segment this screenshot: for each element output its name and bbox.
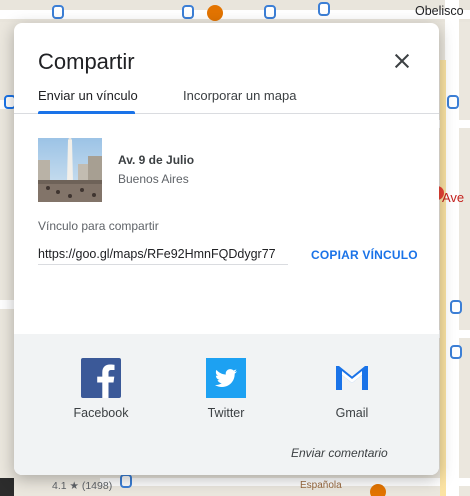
tab-send-link[interactable]: Enviar un vínculo xyxy=(38,88,138,103)
share-tabs: Enviar un vínculo Incorporar un mapa xyxy=(14,81,439,114)
share-facebook-label: Facebook xyxy=(73,406,129,420)
share-dialog: Compartir Enviar un vínculo Incorporar u… xyxy=(14,23,439,475)
copy-link-button[interactable]: COPIAR VÍNCULO xyxy=(311,248,418,262)
map-label-obelisco[interactable]: Obelisco xyxy=(415,4,464,18)
bus-stop-icon[interactable] xyxy=(52,5,64,19)
share-twitter-label: Twitter xyxy=(207,406,245,420)
bus-stop-icon[interactable] xyxy=(450,300,462,314)
gmail-icon xyxy=(332,358,372,398)
twitter-icon xyxy=(206,358,246,398)
bus-stop-icon[interactable] xyxy=(264,5,276,19)
share-gmail-button[interactable]: Gmail xyxy=(307,358,397,420)
tab-embed-map[interactable]: Incorporar un mapa xyxy=(183,88,296,103)
dialog-title: Compartir xyxy=(38,49,135,74)
bus-stop-icon[interactable] xyxy=(182,5,194,19)
link-field-label: Vínculo para compartir xyxy=(38,219,159,233)
bus-stop-icon[interactable] xyxy=(450,345,462,359)
close-icon[interactable] xyxy=(390,49,414,73)
map-label-avenue[interactable]: Ave xyxy=(442,190,464,205)
active-tab-indicator xyxy=(38,111,135,114)
send-feedback-link[interactable]: Enviar comentario xyxy=(291,446,388,460)
place-subtitle: Buenos Aires xyxy=(118,172,189,186)
bus-stop-icon[interactable] xyxy=(447,95,459,109)
facebook-icon xyxy=(81,358,121,398)
restaurant-icon[interactable] xyxy=(370,484,386,496)
place-name: Av. 9 de Julio xyxy=(118,153,195,167)
map-label-espanola[interactable]: Española xyxy=(300,480,342,491)
restaurant-icon[interactable] xyxy=(207,5,223,21)
share-options-panel: Facebook Twitter Gmail Enviar comentario xyxy=(14,334,439,475)
bus-stop-icon[interactable] xyxy=(318,2,330,16)
share-twitter-button[interactable]: Twitter xyxy=(181,358,271,420)
share-link-input[interactable] xyxy=(38,243,288,265)
bus-stop-icon[interactable] xyxy=(120,474,132,488)
place-thumbnail xyxy=(38,138,102,202)
map-label-rating[interactable]: 4.1 ★ (1498) xyxy=(52,480,112,492)
share-gmail-label: Gmail xyxy=(335,406,369,420)
share-facebook-button[interactable]: Facebook xyxy=(56,358,146,420)
